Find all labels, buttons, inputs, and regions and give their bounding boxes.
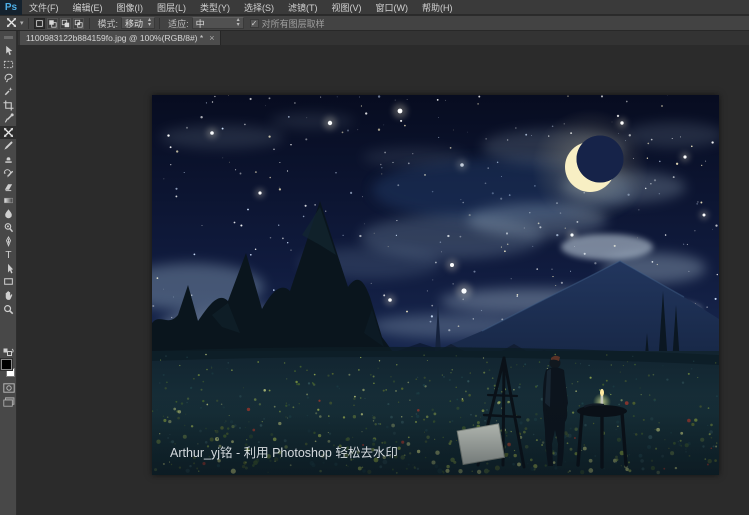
menu-item[interactable]: 编辑(E) <box>66 0 110 15</box>
tool-gradient[interactable] <box>0 194 17 208</box>
document-tab-bar: 1100983122b884159fo.jpg @ 100%(RGB/8#) *… <box>18 31 749 45</box>
tool-lasso[interactable] <box>0 71 17 85</box>
tool-list: T <box>0 44 17 316</box>
tool-quick-selection[interactable] <box>0 85 17 99</box>
tool-clone-stamp[interactable] <box>0 153 17 167</box>
menu-item[interactable]: 文件(F) <box>22 0 66 15</box>
divider <box>159 17 161 29</box>
menu-item[interactable]: 图像(I) <box>110 0 151 15</box>
chevron-down-icon: ▾ <box>20 20 24 27</box>
tool-options-bar: ▾ 模式: 移动 ▴ ▾ 适应: 中 ▴ ▾ ✓ 对所有图层取样 <box>0 16 749 31</box>
canvas-pasteboard: Arthur_yj铭 - 利用 Photoshop 轻松去水印 <box>18 45 749 515</box>
menu-item[interactable]: 选择(S) <box>237 0 281 15</box>
tool-brush[interactable] <box>0 139 17 153</box>
updown-arrow-icon: ▴ ▾ <box>148 17 152 28</box>
crescent-moon <box>532 109 648 225</box>
tool-pen[interactable] <box>0 234 17 248</box>
mode-value: 移动 <box>125 18 144 29</box>
adaptation-value: 中 <box>195 18 205 29</box>
tools-panel-header[interactable] <box>0 31 16 44</box>
close-icon[interactable]: × <box>209 33 214 43</box>
foreground-color-swatch[interactable] <box>0 358 13 371</box>
tool-crop[interactable] <box>0 98 17 112</box>
bottom-vignette <box>152 395 719 475</box>
quick-mask-button[interactable] <box>0 382 17 394</box>
color-controls <box>0 347 17 408</box>
mode-dropdown[interactable]: 移动 ▴ ▾ <box>121 17 156 29</box>
menu-item[interactable]: 图层(L) <box>150 0 193 15</box>
screen-mode-button[interactable] <box>0 396 17 408</box>
menu-item[interactable]: 类型(Y) <box>193 0 237 15</box>
adaptation-label: 适应: <box>168 18 189 29</box>
starry-night-artwork: Arthur_yj铭 - 利用 Photoshop 轻松去水印 <box>152 95 719 475</box>
tools-panel: T <box>0 31 17 515</box>
color-swatches[interactable] <box>0 358 17 380</box>
watermark-text: Arthur_yj铭 - 利用 Photoshop 轻松去水印 <box>170 445 398 460</box>
tool-dodge[interactable] <box>0 221 17 235</box>
document-title: 1100983122b884159fo.jpg @ 100%(RGB/8#) * <box>26 33 204 43</box>
content-aware-move-icon <box>6 17 17 30</box>
tool-move[interactable] <box>0 44 17 58</box>
tool-blur[interactable] <box>0 207 17 221</box>
sample-all-layers-checkbox[interactable]: ✓ 对所有图层取样 <box>249 17 325 30</box>
canvas-image[interactable]: Arthur_yj铭 - 利用 Photoshop 轻松去水印 <box>152 95 719 475</box>
intersect-selection-button[interactable] <box>72 17 84 29</box>
selection-mode-buttons <box>33 17 85 29</box>
photoshop-logo: Ps <box>0 0 22 15</box>
tool-rectangular-marquee[interactable] <box>0 58 17 72</box>
tool-content-aware-move[interactable] <box>0 125 17 140</box>
swap-colors-icon[interactable] <box>0 347 17 357</box>
tool-eyedropper[interactable] <box>0 112 17 126</box>
menu-item[interactable]: 窗口(W) <box>369 0 416 15</box>
svg-text:T: T <box>5 250 11 260</box>
tool-zoom[interactable] <box>0 302 17 316</box>
divider <box>27 17 29 29</box>
subtract-from-selection-button[interactable] <box>59 17 71 29</box>
tool-rectangle-shape[interactable] <box>0 275 17 289</box>
add-to-selection-button[interactable] <box>46 17 58 29</box>
tool-type[interactable]: T <box>0 248 17 262</box>
sample-all-layers-label: 对所有图层取样 <box>261 18 325 29</box>
tool-preset-picker[interactable]: ▾ <box>6 17 24 30</box>
checkbox-check-icon: ✓ <box>249 18 259 28</box>
tool-path-selection[interactable] <box>0 262 17 276</box>
tool-hand[interactable] <box>0 289 17 303</box>
photoshop-window: Ps 文件(F) 编辑(E) 图像(I) 图层(L) 类型(Y) 选择(S) 滤镜(T) 视图… <box>0 0 749 515</box>
tool-eraser[interactable] <box>0 180 17 194</box>
menu-item[interactable]: 滤镜(T) <box>281 0 325 15</box>
menu-item[interactable]: 帮助(H) <box>415 0 460 15</box>
new-selection-button[interactable] <box>33 17 45 29</box>
menu-item[interactable]: 视图(V) <box>325 0 369 15</box>
menu-bar: Ps 文件(F) 编辑(E) 图像(I) 图层(L) 类型(Y) 选择(S) 滤镜(T) 视图… <box>0 0 749 15</box>
updown-arrow-icon: ▴ ▾ <box>236 17 240 28</box>
document-tab[interactable]: 1100983122b884159fo.jpg @ 100%(RGB/8#) *… <box>20 31 222 45</box>
divider <box>88 17 90 29</box>
tool-history-brush[interactable] <box>0 166 17 180</box>
adaptation-dropdown[interactable]: 中 ▴ ▾ <box>191 17 244 29</box>
panel-grip-icon <box>3 36 13 39</box>
menu-items: 文件(F) 编辑(E) 图像(I) 图层(L) 类型(Y) 选择(S) 滤镜(T) 视图(V)… <box>22 0 460 15</box>
mode-label: 模式: <box>97 18 119 29</box>
